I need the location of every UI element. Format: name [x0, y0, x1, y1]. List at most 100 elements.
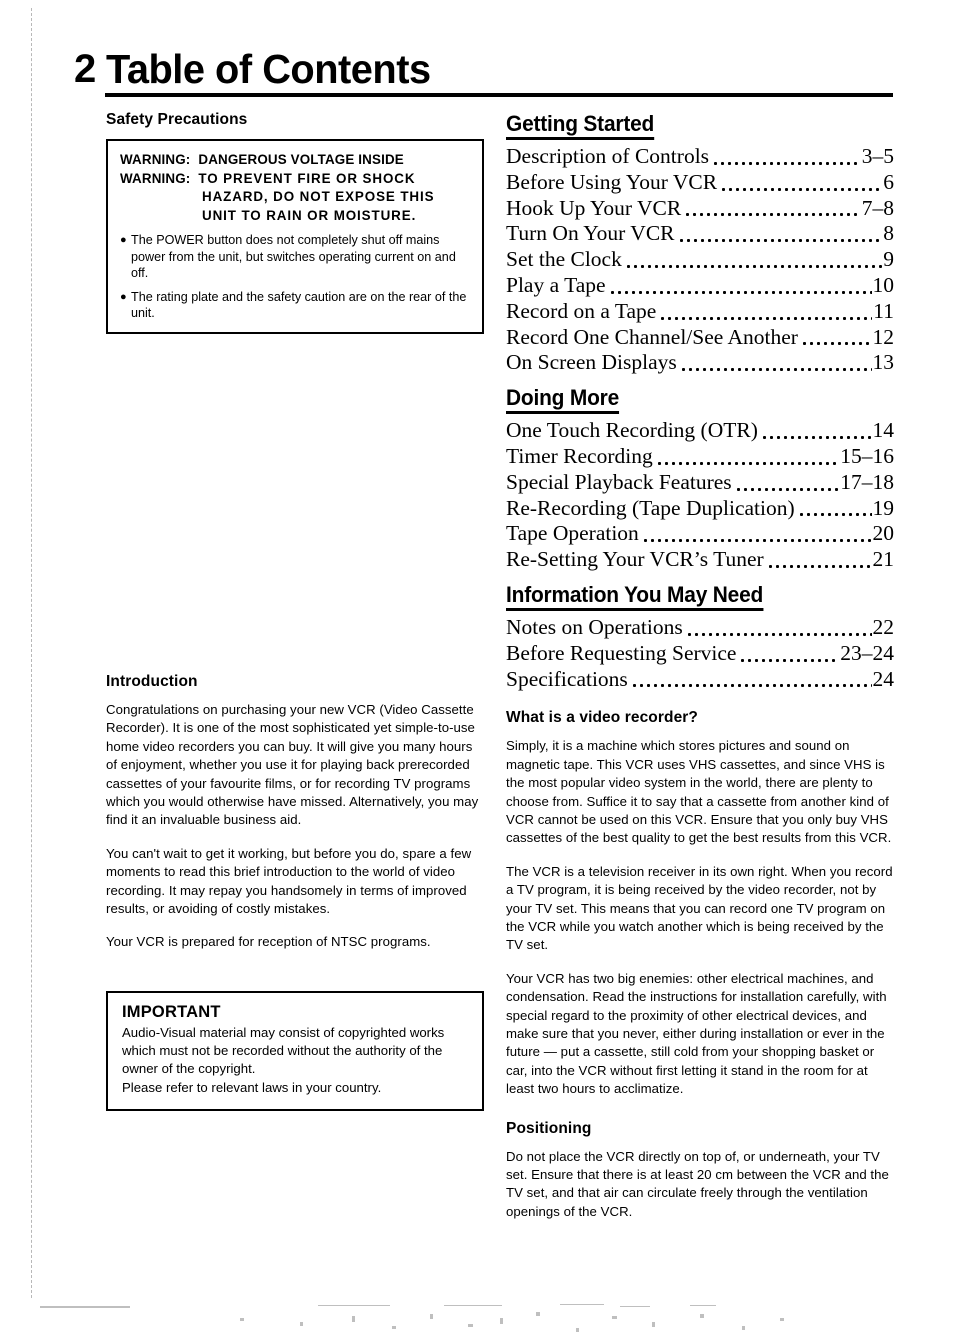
- warning-label: WARNING:: [120, 170, 191, 186]
- scan-artifact: [690, 1305, 716, 1306]
- toc-list: One Touch Recording (OTR) 14 Timer Recor…: [506, 418, 894, 573]
- left-column: Safety Precautions WARNING: DANGEROUS VO…: [106, 110, 484, 1112]
- toc-section-heading: Information You May Need: [506, 581, 763, 611]
- toc-entry[interactable]: Re-Recording (Tape Duplication) 19: [506, 496, 894, 522]
- warning-label: WARNING:: [120, 152, 191, 167]
- toc-entry[interactable]: Record One Channel/See Another 12: [506, 325, 894, 351]
- toc-entry[interactable]: Specifications 24: [506, 667, 894, 693]
- scan-artifact: [700, 1314, 704, 1318]
- page-number: 2: [74, 47, 96, 91]
- scan-artifact: [430, 1314, 433, 1319]
- warning-text: DANGEROUS VOLTAGE INSIDE: [198, 152, 404, 167]
- toc-entry-label: Notes on Operations: [506, 614, 683, 639]
- what-is-a-video-recorder-heading: What is a video recorder?: [506, 709, 698, 727]
- toc-entry-page: 17–18: [840, 469, 894, 494]
- toc-entry-label: Play a Tape: [506, 272, 606, 297]
- warning-text: TO PREVENT FIRE OR SHOCK: [198, 170, 416, 186]
- positioning-heading: Positioning: [506, 1119, 592, 1137]
- scan-fold-line: [31, 8, 32, 1298]
- toc-entry-page: 13: [872, 350, 895, 375]
- toc-entry[interactable]: Set the Clock 9: [506, 247, 894, 273]
- toc-entry-page: 19: [872, 495, 895, 520]
- toc-leader: [800, 332, 872, 350]
- warning-box: WARNING: DANGEROUS VOLTAGE INSIDE WARNIN…: [106, 139, 484, 334]
- right-column: Getting Started Description of Controls …: [506, 110, 894, 1221]
- toc-entry[interactable]: Timer Recording 15–16: [506, 444, 894, 470]
- toc-entry-page: 12: [872, 324, 895, 349]
- toc-leader: [630, 674, 872, 692]
- toc-entry[interactable]: Tape Operation 20: [506, 521, 894, 547]
- toc-entry-page: 10: [872, 272, 895, 297]
- warning-continuation-line: HAZARD, DO NOT EXPOSE THIS: [202, 189, 435, 204]
- toc-entry-page: 24: [872, 666, 895, 691]
- warning-continuation-line: UNIT TO RAIN OR MOISTURE.: [202, 207, 417, 223]
- toc-entry[interactable]: Hook Up Your VCR 7–8: [506, 196, 894, 222]
- what-is-paragraph: Your VCR has two big enemies: other elec…: [506, 970, 887, 1097]
- toc-entry-label: Re-Setting Your VCR’s Tuner: [506, 547, 764, 572]
- scan-artifact: [652, 1322, 655, 1327]
- toc-entry-page: 23–24: [840, 640, 894, 665]
- toc-entry-page: 6: [883, 169, 894, 194]
- toc-entry[interactable]: On Screen Displays 13: [506, 350, 894, 376]
- toc-leader: [624, 255, 883, 273]
- important-title: IMPORTANT: [122, 1002, 221, 1021]
- scan-artifact: [444, 1305, 502, 1306]
- introduction-paragraph: Congratulations on purchasing your new V…: [106, 701, 479, 828]
- toc-entry-page: 14: [872, 418, 895, 443]
- toc-entry-page: 9: [883, 247, 894, 272]
- scan-artifact: [576, 1328, 579, 1332]
- warning-bullet: ● The rating plate and the safety cautio…: [120, 289, 472, 322]
- toc-leader: [655, 452, 840, 470]
- toc-entry[interactable]: Before Requesting Service 23–24: [506, 641, 894, 667]
- toc-leader: [720, 178, 883, 196]
- toc-leader: [641, 529, 872, 547]
- warning-bullet-text: The rating plate and the safety caution …: [131, 289, 467, 321]
- toc-entry-label: Specifications: [506, 666, 628, 691]
- scan-artifact: [560, 1304, 604, 1305]
- toc-entry[interactable]: One Touch Recording (OTR) 14: [506, 418, 894, 444]
- toc-leader: [734, 478, 840, 496]
- toc-leader: [760, 426, 872, 444]
- scan-artifact: [620, 1306, 650, 1307]
- toc-entry[interactable]: Re-Setting Your VCR’s Tuner 21: [506, 547, 894, 573]
- toc-entry[interactable]: Record on a Tape 11: [506, 299, 894, 325]
- toc-leader: [797, 503, 872, 521]
- scan-artifact: [500, 1318, 503, 1324]
- scan-artifact: [392, 1326, 396, 1329]
- toc-entry-page: 22: [872, 614, 895, 639]
- toc-entry-label: Special Playback Features: [506, 469, 732, 494]
- important-text: Audio-Visual material may consist of cop…: [122, 1024, 445, 1077]
- scan-artifact: [352, 1316, 355, 1322]
- bullet-dot-icon: ●: [120, 290, 127, 303]
- toc-entry[interactable]: Special Playback Features 17–18: [506, 470, 894, 496]
- toc-list: Notes on Operations 22 Before Requesting…: [506, 615, 894, 692]
- toc-leader: [679, 358, 872, 376]
- toc-section-heading: Getting Started: [506, 110, 654, 140]
- toc-entry[interactable]: Before Using Your VCR 6: [506, 170, 894, 196]
- toc-leader: [712, 152, 861, 170]
- toc-leader: [684, 203, 861, 221]
- toc-entry-label: Timer Recording: [506, 443, 653, 468]
- toc-entry-label: Re-Recording (Tape Duplication): [506, 495, 795, 520]
- toc-leader: [659, 307, 873, 325]
- scan-artifact: [780, 1318, 784, 1321]
- toc-section-heading: Doing More: [506, 384, 619, 415]
- toc-entry-label: Record on a Tape: [506, 298, 657, 323]
- toc-entry[interactable]: Play a Tape 10: [506, 273, 894, 299]
- toc-entry-page: 8: [883, 221, 894, 246]
- toc-leader: [739, 649, 840, 667]
- bullet-dot-icon: ●: [120, 234, 127, 246]
- toc-entry-label: On Screen Displays: [506, 350, 677, 375]
- introduction-paragraph: Your VCR is prepared for reception of NT…: [106, 934, 431, 950]
- positioning-paragraph: Do not place the VCR directly on top of,…: [506, 1148, 889, 1219]
- toc-entry[interactable]: Notes on Operations 22: [506, 615, 894, 641]
- scan-artifact: [468, 1324, 473, 1327]
- toc-leader: [685, 623, 872, 641]
- toc-entry-label: Tape Operation: [506, 521, 639, 546]
- scan-artifact: [536, 1312, 540, 1316]
- scan-artifact: [742, 1326, 745, 1330]
- toc-entry-page: 3–5: [861, 144, 894, 168]
- toc-entry[interactable]: Description of Controls 3–5: [506, 144, 894, 170]
- what-is-paragraph: Simply, it is a machine which stores pic…: [506, 738, 892, 846]
- toc-entry[interactable]: Turn On Your VCR 8: [506, 221, 894, 247]
